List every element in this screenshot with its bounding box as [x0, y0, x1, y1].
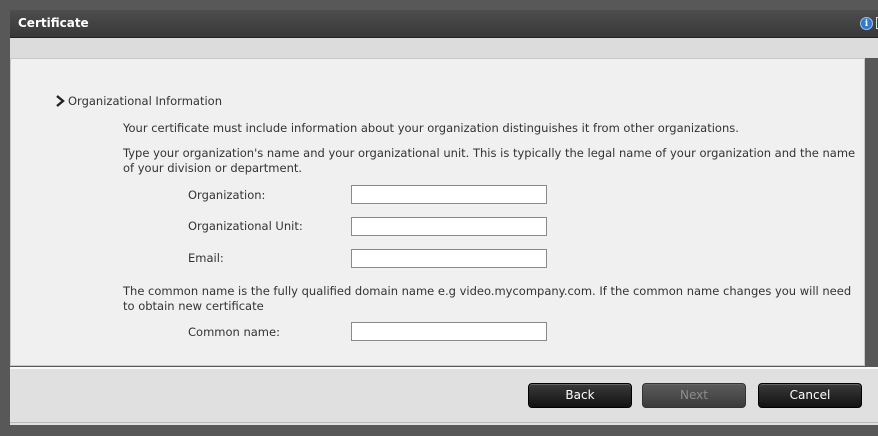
certificate-dialog: Certificate i ✕ Organizational Informati… [0, 0, 878, 436]
dialog-title: Certificate [18, 16, 89, 30]
dialog-footer [10, 367, 878, 425]
cancel-button[interactable]: Cancel [758, 383, 862, 408]
dialog-top-strip [10, 38, 878, 58]
dialog-titlebar: Certificate i ✕ [10, 10, 878, 38]
next-button[interactable]: Next [642, 383, 746, 408]
email-input[interactable] [351, 249, 547, 268]
organization-label: Organization: [188, 188, 266, 202]
back-button[interactable]: Back [528, 383, 632, 408]
organizational-unit-label: Organizational Unit: [188, 219, 303, 233]
footer-divider [10, 422, 878, 423]
common-name-note: The common name is the fully qualified d… [123, 284, 852, 313]
chevron-right-icon [56, 95, 65, 107]
intro-text: Your certificate must include informatio… [123, 121, 739, 135]
instructions-text: Type your organization's name and your o… [123, 146, 856, 175]
section-title: Organizational Information [68, 94, 222, 108]
organization-input[interactable] [351, 185, 547, 204]
common-name-input[interactable] [351, 322, 547, 341]
email-label: Email: [188, 251, 224, 265]
common-name-label: Common name: [188, 325, 280, 339]
info-icon[interactable]: i [860, 17, 873, 30]
organizational-unit-input[interactable] [351, 217, 547, 236]
